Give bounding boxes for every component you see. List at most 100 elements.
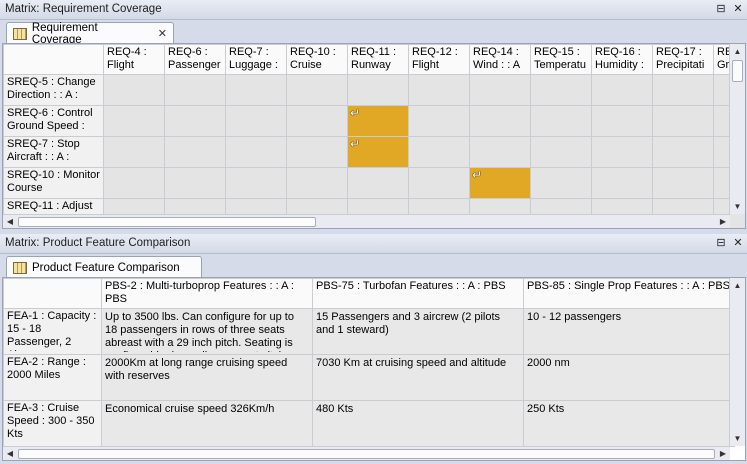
comparison-cell[interactable]: 7030 Km at cruising speed and altitude <box>312 354 524 401</box>
trace-cell[interactable]: ↵ <box>469 167 531 199</box>
matrix-cell[interactable] <box>652 167 714 199</box>
comparison-cell[interactable]: 10 - 12 passengers <box>523 308 735 355</box>
matrix-cell[interactable] <box>225 74 287 106</box>
row-header[interactable]: SREQ-6 : Control Ground Speed : <box>3 105 104 137</box>
matrix-cell[interactable] <box>530 74 592 106</box>
matrix-cell[interactable] <box>408 136 470 168</box>
matrix-cell[interactable] <box>469 105 531 137</box>
row-header[interactable]: FEA-1 : Capacity : 15 - 18 Passenger, 2 … <box>3 308 102 355</box>
column-header[interactable]: REQ-6 : Passenger <box>164 44 226 75</box>
comparison-cell[interactable]: 250 Kts <box>523 400 735 447</box>
row-header[interactable]: SREQ-5 : Change Direction : : A : SYSTEM… <box>3 74 104 106</box>
matrix-cell[interactable] <box>408 167 470 199</box>
column-header[interactable]: REQ-7 : Luggage : <box>225 44 287 75</box>
float-window-button[interactable]: ⊟ <box>714 236 728 250</box>
trace-cell[interactable]: ↵ <box>347 136 409 168</box>
matrix-cell[interactable] <box>652 105 714 137</box>
matrix-cell[interactable] <box>652 136 714 168</box>
comparison-cell[interactable]: 480 Kts <box>312 400 524 447</box>
matrix-cell[interactable] <box>408 74 470 106</box>
scroll-down-icon[interactable]: ▼ <box>730 199 745 214</box>
column-header[interactable]: REQ-14 : Wind : : A <box>469 44 531 75</box>
matrix-cell[interactable] <box>103 105 165 137</box>
column-header[interactable]: REQ-16 : Humidity : <box>591 44 653 75</box>
matrix-cell[interactable] <box>469 74 531 106</box>
scroll-down-icon[interactable]: ▼ <box>730 431 745 446</box>
matrix-cell[interactable] <box>347 74 409 106</box>
trace-cell[interactable]: ↵ <box>347 105 409 137</box>
comparison-cell[interactable]: 2000 nm <box>523 354 735 401</box>
panel-title: Matrix: Requirement Coverage <box>5 3 162 15</box>
panel-titlebar: Matrix: Requirement Coverage ⊟ ✕ <box>0 0 747 20</box>
row-header[interactable]: FEA-3 : Cruise Speed : 300 - 350 Kts <box>3 400 102 447</box>
matrix-cell[interactable] <box>225 105 287 137</box>
scroll-thumb[interactable] <box>732 60 743 82</box>
matrix-cell[interactable] <box>103 167 165 199</box>
matrix-cell[interactable] <box>591 74 653 106</box>
matrix-cell[interactable] <box>530 136 592 168</box>
matrix-cell[interactable] <box>164 74 226 106</box>
column-header[interactable]: REQ-12 : Flight Schedule <box>408 44 470 75</box>
scroll-right-icon[interactable]: ▶ <box>716 215 730 228</box>
matrix-cell[interactable] <box>286 74 348 106</box>
matrix-cell[interactable] <box>652 74 714 106</box>
matrix-cell[interactable] <box>164 136 226 168</box>
close-window-button[interactable]: ✕ <box>731 236 745 250</box>
column-header[interactable]: PBS-75 : Turbofan Features : : A : PBS <box>312 278 524 309</box>
matrix-cell[interactable] <box>225 136 287 168</box>
matrix-cell[interactable] <box>103 74 165 106</box>
matrix-cell[interactable] <box>164 105 226 137</box>
matrix-cell[interactable] <box>347 167 409 199</box>
matrix-cell[interactable] <box>286 136 348 168</box>
coverage-table: REQ-4 : Flight ControlREQ-6 : PassengerR… <box>3 44 745 228</box>
matrix-cell[interactable] <box>225 167 287 199</box>
comparison-cell[interactable]: 2000Km at long range cruising speed with… <box>101 354 313 401</box>
row-header[interactable]: SREQ-10 : Monitor Course <box>3 167 104 199</box>
close-tab-icon[interactable]: ✕ <box>158 27 167 40</box>
scroll-right-icon[interactable]: ▶ <box>716 447 730 460</box>
row-header[interactable]: FEA-2 : Range : 2000 Miles <box>3 354 102 401</box>
matrix-icon <box>13 27 27 40</box>
trace-arrow-icon: ↵ <box>472 168 483 182</box>
column-header[interactable]: PBS-2 : Multi-turboprop Features : : A :… <box>101 278 313 309</box>
matrix-cell[interactable] <box>103 136 165 168</box>
matrix-cell[interactable] <box>286 167 348 199</box>
coverage-matrix: REQ-4 : Flight ControlREQ-6 : PassengerR… <box>2 43 746 229</box>
comparison-cell[interactable]: 15 Passengers and 3 aircrew (2 pilots an… <box>312 308 524 355</box>
comparison-cell[interactable]: Economical cruise speed 326Km/h <box>101 400 313 447</box>
horizontal-scrollbar[interactable]: ◀ ▶ <box>3 446 730 460</box>
matrix-corner <box>3 278 102 309</box>
matrix-cell[interactable] <box>530 167 592 199</box>
horizontal-scrollbar[interactable]: ◀ ▶ <box>3 214 730 228</box>
matrix-cell[interactable] <box>591 105 653 137</box>
matrix-cell[interactable] <box>286 105 348 137</box>
comparison-cell[interactable]: Up to 3500 lbs. Can configure for up to … <box>101 308 313 355</box>
matrix-corner <box>3 44 104 75</box>
row-header[interactable]: SREQ-7 : Stop Aircraft : : A : SYSTEM RE… <box>3 136 104 168</box>
matrix-cell[interactable] <box>530 105 592 137</box>
scroll-up-icon[interactable]: ▲ <box>730 278 745 293</box>
column-header[interactable]: PBS-85 : Single Prop Features : : A : PB… <box>523 278 735 309</box>
column-header[interactable]: REQ-10 : Cruise Speed <box>286 44 348 75</box>
matrix-cell[interactable] <box>591 167 653 199</box>
matrix-cell[interactable] <box>164 167 226 199</box>
matrix-cell[interactable] <box>469 136 531 168</box>
tab-product-feature-comparison[interactable]: Product Feature Comparison <box>6 256 202 278</box>
vertical-scrollbar[interactable]: ▲ ▼ <box>729 44 745 214</box>
column-header[interactable]: REQ-11 : Runway length <box>347 44 409 75</box>
column-header[interactable]: REQ-15 : Temperatu <box>530 44 592 75</box>
trace-arrow-icon: ↵ <box>350 106 361 120</box>
scroll-thumb[interactable] <box>18 217 316 227</box>
scroll-left-icon[interactable]: ◀ <box>3 447 17 460</box>
column-header[interactable]: REQ-17 : Precipitati <box>652 44 714 75</box>
vertical-scrollbar[interactable]: ▲ ▼ <box>729 278 745 446</box>
float-window-button[interactable]: ⊟ <box>714 2 728 16</box>
scroll-up-icon[interactable]: ▲ <box>730 44 745 59</box>
column-header[interactable]: REQ-4 : Flight Control <box>103 44 165 75</box>
tab-requirement-coverage[interactable]: Requirement Coverage ✕ <box>6 22 174 46</box>
close-window-button[interactable]: ✕ <box>731 2 745 16</box>
matrix-cell[interactable] <box>408 105 470 137</box>
matrix-cell[interactable] <box>591 136 653 168</box>
scroll-left-icon[interactable]: ◀ <box>3 215 17 228</box>
scroll-thumb[interactable] <box>18 449 715 459</box>
